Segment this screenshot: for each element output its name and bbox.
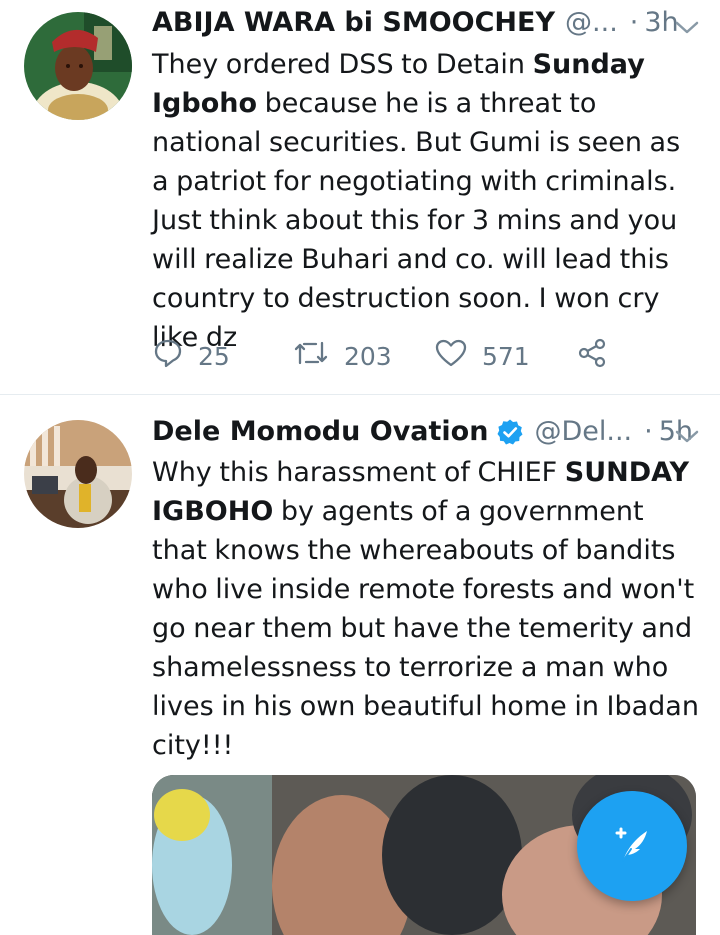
heart-icon <box>434 337 482 375</box>
tweet-text-segment: because he is a threat to national secur… <box>152 88 681 353</box>
like-count: 571 <box>482 341 530 371</box>
verified-badge-icon <box>496 418 524 446</box>
avatar-image <box>24 420 132 528</box>
tweet-header: ABIJA WARA bi SMOOCHEY @... · 3h <box>152 3 700 43</box>
avatar[interactable] <box>24 420 132 528</box>
display-name[interactable]: ABIJA WARA bi SMOOCHEY <box>152 3 555 43</box>
separator-dot: · <box>644 416 653 447</box>
compose-tweet-icon <box>607 819 657 873</box>
tweet-text-segment: They ordered DSS to Detain <box>152 49 533 80</box>
retweet-count: 203 <box>344 341 392 371</box>
avatar-image <box>24 12 132 120</box>
tweet-header: Dele Momodu Ovation @Del... · 5h <box>152 412 700 452</box>
avatar[interactable] <box>24 12 132 120</box>
like-button[interactable]: 571 <box>434 337 576 375</box>
tweet-actions: 25 203 571 <box>152 336 622 376</box>
tweet-text: They ordered DSS to Detain Sunday Igboho… <box>152 45 702 357</box>
tweet[interactable]: ABIJA WARA bi SMOOCHEY @... · 3h They or… <box>0 0 720 395</box>
retweet-icon <box>292 337 344 375</box>
user-handle[interactable]: @Del... <box>534 412 632 452</box>
tweet-text-segment: Why this harassment of CHIEF <box>152 457 565 488</box>
separator-dot: · <box>629 7 639 38</box>
compose-tweet-button[interactable] <box>577 791 687 901</box>
user-handle[interactable]: @... <box>565 3 618 43</box>
reply-count: 25 <box>198 341 230 371</box>
share-button[interactable] <box>576 337 622 375</box>
reply-icon <box>152 337 198 375</box>
tweet-text: Why this harassment of CHIEF SUNDAY IGBO… <box>152 453 702 765</box>
reply-button[interactable]: 25 <box>152 337 292 375</box>
display-name[interactable]: Dele Momodu Ovation <box>152 412 488 452</box>
share-icon <box>576 337 622 375</box>
retweet-button[interactable]: 203 <box>292 337 434 375</box>
tweet-text-segment: by agents of a government that knows the… <box>152 496 699 761</box>
